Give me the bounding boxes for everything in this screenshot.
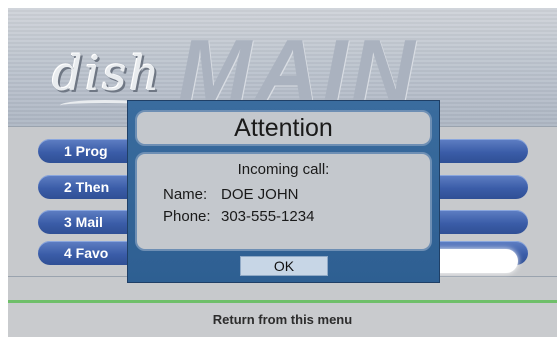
caller-name-row: Name: DOE JOHN [163, 186, 299, 203]
caller-phone-label: Phone: [163, 208, 211, 225]
menu-item-label: 1 Prog [64, 143, 108, 159]
footer-accent [8, 300, 557, 303]
ok-button[interactable]: OK [240, 256, 328, 276]
caller-name-label: Name: [163, 186, 208, 203]
dialog-title: Attention [135, 110, 432, 146]
menu-item-label: 4 Favo [64, 245, 109, 261]
menu-item-label: 2 Then [64, 179, 110, 195]
incoming-call-dialog: Attention Incoming call: Name: DOE JOHN P… [127, 100, 440, 283]
menu-item-label: 3 Mail [64, 214, 103, 230]
dish-logo: dish [52, 46, 162, 102]
return-from-menu-link[interactable]: Return from this menu [8, 312, 557, 327]
caller-phone-row: Phone: 303-555-1234 [163, 208, 314, 225]
dialog-body: Incoming call: Name: DOE JOHN Phone: 303-5… [135, 152, 432, 251]
incoming-call-message: Incoming call: [237, 161, 330, 178]
caller-phone-value: 303-555-1234 [221, 208, 315, 225]
caller-name-value: DOE JOHN [221, 186, 299, 203]
